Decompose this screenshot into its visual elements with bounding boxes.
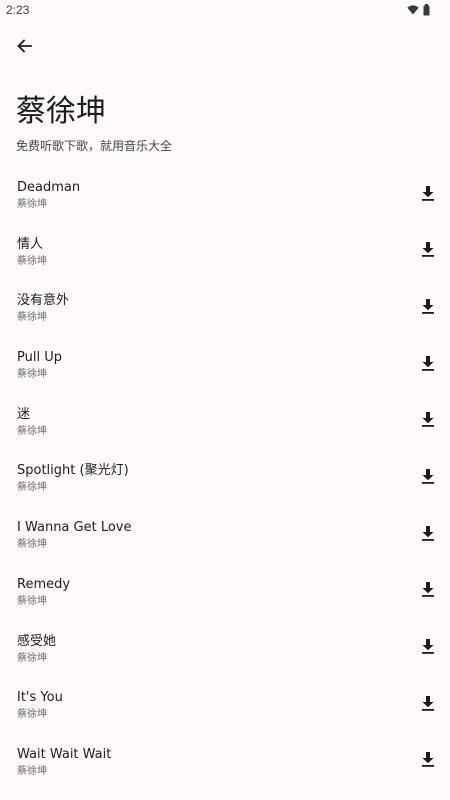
song-title: Wait Wait Wait (17, 746, 112, 762)
download-button[interactable] (418, 183, 438, 203)
song-list: Deadman 蔡徐坤 情人 蔡徐坤 没有意外 蔡徐坤 Pull Up 蔡徐坤 … (0, 166, 450, 790)
wifi-icon (407, 5, 419, 15)
song-item[interactable]: Pull Up 蔡徐坤 (0, 336, 450, 393)
battery-icon (423, 4, 430, 16)
page-title: 蔡徐坤 (16, 94, 106, 129)
song-item[interactable]: 没有意外 蔡徐坤 (0, 279, 450, 336)
download-button[interactable] (418, 580, 438, 600)
arrow-back-icon (16, 38, 32, 58)
song-artist: 蔡徐坤 (17, 482, 47, 494)
song-artist: 蔡徐坤 (17, 199, 47, 210)
download-button[interactable] (418, 523, 438, 543)
song-item[interactable]: 迷 蔡徐坤 (0, 393, 450, 450)
download-icon (422, 695, 434, 711)
song-artist: 蔡徐坤 (17, 595, 47, 607)
download-icon (422, 639, 434, 654)
download-button[interactable] (418, 750, 438, 770)
status-icons (407, 4, 430, 16)
song-item[interactable]: Spotlight (聚光灯) 蔡徐坤 (0, 449, 450, 506)
song-artist: 蔡徐坤 (17, 425, 47, 437)
download-icon (422, 412, 434, 428)
song-item[interactable]: It's You 蔡徐坤 (0, 676, 450, 733)
download-button[interactable] (418, 637, 438, 657)
song-title: Deadman (17, 180, 81, 195)
song-title: 没有意外 (17, 293, 70, 309)
song-title: Pull Up (17, 350, 62, 366)
song-item[interactable]: Deadman 蔡徐坤 (0, 166, 450, 223)
song-title: 情人 (17, 236, 44, 252)
song-title: I Wanna Get Love (17, 520, 132, 536)
song-artist: 蔡徐坤 (17, 255, 47, 267)
song-item[interactable]: 感受她 蔡徐坤 (0, 620, 450, 677)
download-icon (422, 525, 434, 541)
song-artist: 蔡徐坤 (17, 652, 47, 664)
song-artist: 蔡徐坤 (17, 709, 47, 721)
song-title: 感受她 (17, 633, 57, 649)
download-icon (422, 468, 434, 484)
song-item[interactable]: Wait Wait Wait 蔡徐坤 (0, 733, 450, 790)
page-subtitle: 免费听歌下歌，就用音乐大全 (16, 139, 173, 153)
download-button[interactable] (418, 353, 438, 373)
song-title: Remedy (17, 576, 71, 592)
song-title: 迷 (17, 406, 31, 422)
song-title: Spotlight (聚光灯) (17, 463, 129, 479)
download-icon (422, 752, 434, 768)
song-item[interactable]: I Wanna Get Love 蔡徐坤 (0, 506, 450, 563)
back-button[interactable] (12, 36, 36, 60)
status-bar: 2:23 (0, 0, 450, 22)
download-button[interactable] (418, 240, 438, 260)
status-time: 2:23 (6, 3, 30, 17)
download-icon (422, 355, 434, 371)
song-artist: 蔡徐坤 (17, 539, 47, 551)
download-button[interactable] (418, 410, 438, 430)
song-title: It's You (17, 690, 63, 706)
song-artist: 蔡徐坤 (17, 312, 47, 324)
song-item[interactable]: 情人 蔡徐坤 (0, 223, 450, 280)
download-button[interactable] (418, 693, 438, 713)
song-artist: 蔡徐坤 (17, 369, 47, 381)
download-button[interactable] (418, 296, 438, 316)
download-icon (422, 298, 434, 314)
song-artist: 蔡徐坤 (17, 765, 47, 777)
download-icon (422, 242, 434, 257)
download-icon (422, 582, 434, 598)
download-icon (422, 185, 434, 201)
download-button[interactable] (418, 466, 438, 486)
song-item[interactable]: Remedy 蔡徐坤 (0, 563, 450, 620)
